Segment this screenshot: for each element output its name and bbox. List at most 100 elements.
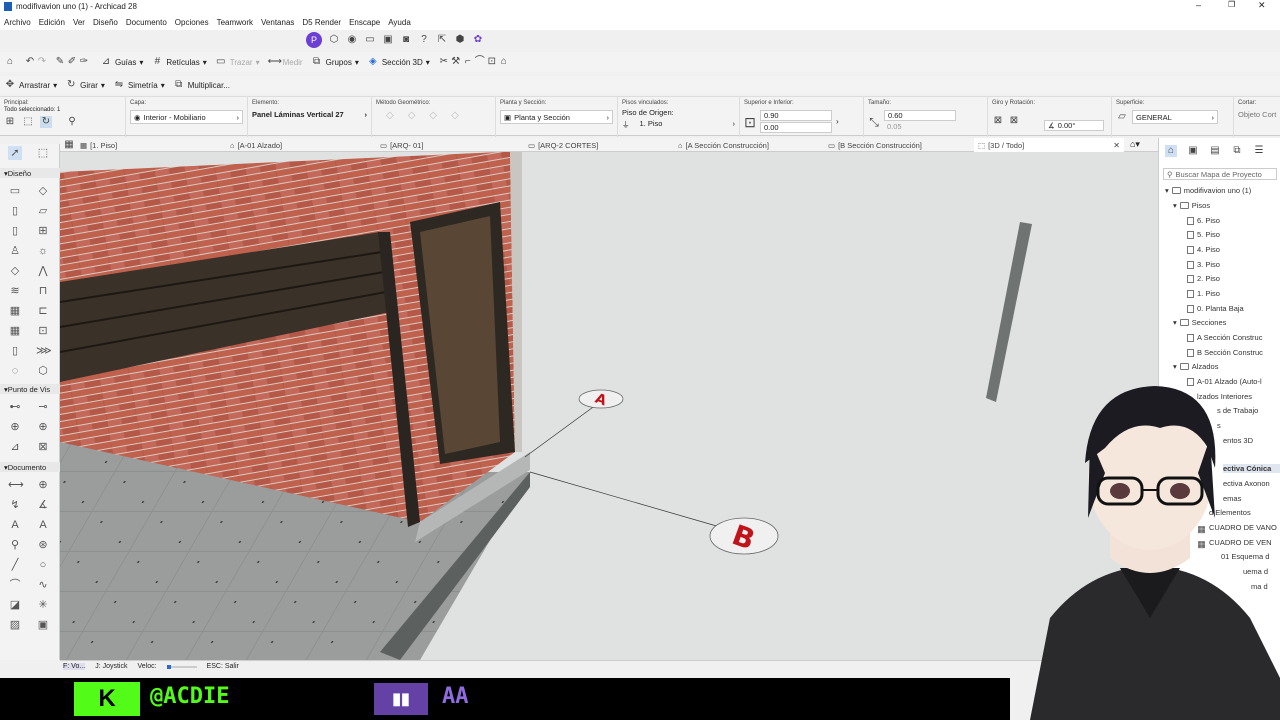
worksheet-tool-icon[interactable]: ⊕ <box>36 420 50 434</box>
nav-pisos[interactable]: ▾ Pisos <box>1173 201 1210 210</box>
tab-a01-alzado[interactable]: ⌂ [A-01 Alzado] <box>230 138 282 152</box>
3d-viewport[interactable]: A B <box>60 152 1158 660</box>
floorplan-select[interactable]: ▣ Planta y Sección › <box>500 110 613 124</box>
opening-tool-icon[interactable]: ⋙ <box>36 344 52 358</box>
zone-tool-icon[interactable]: ⊡ <box>36 324 50 338</box>
settings-icon[interactable]: ✿ <box>472 34 484 46</box>
nav-alzados[interactable]: ▾ Alzados <box>1173 362 1218 371</box>
video-icon[interactable]: ▭ <box>364 34 376 46</box>
geo-method-4-icon[interactable]: ◇ <box>451 110 459 121</box>
cube-icon[interactable]: ⬡ <box>328 34 340 46</box>
minimize-icon[interactable]: – <box>1196 0 1201 10</box>
size-y-input[interactable]: 0.05 <box>884 122 956 133</box>
multiplicar-button[interactable]: ⧉ Multiplicar... <box>173 79 230 91</box>
dimension-tool-icon[interactable]: ⟷ <box>8 478 24 492</box>
interior-elev-tool-icon[interactable]: ⊿ <box>8 440 22 454</box>
section-documento[interactable]: ▾ Documento <box>0 462 60 472</box>
curtain-tool-icon[interactable]: ◌ <box>8 364 22 378</box>
door-tool-icon[interactable]: ▯ <box>8 224 22 238</box>
pick-icon[interactable]: ✑ <box>78 56 90 68</box>
menu-archivo[interactable]: Archivo <box>4 18 31 27</box>
surface-select[interactable]: GENERAL › <box>1132 110 1218 124</box>
home-story-select[interactable]: ⏚ 1. Piso › <box>622 119 735 130</box>
section-diseno[interactable]: ▾ Diseño <box>0 168 60 178</box>
camera-icon[interactable]: ◙ <box>400 34 412 46</box>
arrow-tool-icon[interactable]: ➚ <box>8 146 22 160</box>
elevation-tool-icon[interactable]: ⊸ <box>36 400 50 414</box>
medir-button[interactable]: ⟷ Medir <box>268 56 303 68</box>
speed-slider[interactable] <box>166 664 197 669</box>
arc-tool-icon[interactable]: ⌒ <box>8 578 22 592</box>
misc-tool-icon[interactable]: ⬡ <box>36 364 50 378</box>
box-3d-icon[interactable]: ⬢ <box>454 34 466 46</box>
mesh-tool-icon[interactable]: ▦ <box>8 304 22 318</box>
project-map-search[interactable]: ⚲ Buscar Mapa de Proyecto <box>1163 168 1277 180</box>
plugin-icon[interactable]: P <box>306 32 322 48</box>
grupos-button[interactable]: ⧉ Grupos ▾ <box>311 56 359 68</box>
render-icon[interactable]: ◉ <box>346 34 358 46</box>
home-icon[interactable]: ⌂ <box>4 56 16 68</box>
menu-ver[interactable]: Ver <box>73 18 85 27</box>
nav-planta-baja[interactable]: 0. Planta Baja <box>1187 304 1244 313</box>
tab-a-seccion[interactable]: ⌂ [A Sección Construcción] <box>678 138 769 152</box>
lamp-tool-icon[interactable]: ☼ <box>36 244 50 258</box>
nav-piso-4[interactable]: 4. Piso <box>1187 245 1220 254</box>
curtain-wall-tool-icon[interactable]: ◇ <box>36 184 50 198</box>
railing-tool-icon[interactable]: ⊓ <box>36 284 50 298</box>
level-dim-tool-icon[interactable]: ⊕ <box>36 478 50 492</box>
nav-piso-2[interactable]: 2. Piso <box>1187 274 1220 283</box>
object-tool-icon[interactable]: ♙ <box>8 244 22 258</box>
nav-secciones[interactable]: ▾ Secciones <box>1173 318 1226 327</box>
text-tool-icon[interactable]: A <box>8 518 22 532</box>
window-tool-icon[interactable]: ⊞ <box>36 224 50 238</box>
bottom-offset-input[interactable]: 0.00 <box>760 122 832 133</box>
menu-d5render[interactable]: D5 Render <box>302 18 341 27</box>
section-tool-icon[interactable]: ⊷ <box>8 400 22 414</box>
size-x-input[interactable]: 0.60 <box>884 110 956 121</box>
menu-diseno[interactable]: Diseño <box>93 18 118 27</box>
redo-icon[interactable]: ↷ <box>36 56 48 68</box>
menu-enscape[interactable]: Enscape <box>349 18 380 27</box>
nav-piso-5[interactable]: 5. Piso <box>1187 230 1220 239</box>
drawing-tool-icon[interactable]: ▨ <box>8 618 22 632</box>
view-map-icon[interactable]: ▣ <box>1187 145 1199 157</box>
hotspot-tool-icon[interactable]: ✳ <box>36 598 50 612</box>
adjust-icon[interactable]: ⚒ <box>450 56 462 68</box>
rotation-angle-input[interactable]: ∡ 0.00° <box>1044 120 1104 131</box>
nav-seccion-b[interactable]: B Sección Construc <box>1187 348 1263 357</box>
trim-icon[interactable]: ✂ <box>438 56 450 68</box>
simetria-button[interactable]: ⇋ Simetría ▾ <box>113 79 165 91</box>
mirror-toggle-icon[interactable]: ⊠ <box>992 115 1004 127</box>
menu-teamwork[interactable]: Teamwork <box>217 18 253 27</box>
label-tool-icon[interactable]: A <box>36 518 50 532</box>
skylight-tool-icon[interactable]: ▯ <box>8 344 22 358</box>
tab-arq2-cortes[interactable]: ▭ [ARQ-2 CORTES] <box>528 138 598 152</box>
girar-button[interactable]: ↻ Girar ▾ <box>65 79 105 91</box>
layer-select[interactable]: ◉ Interior - Mobiliario › <box>130 110 243 124</box>
pen-icon[interactable]: ✐ <box>66 56 78 68</box>
geo-method-3-icon[interactable]: ◇ <box>429 110 437 121</box>
grid-tool-icon[interactable]: ⊛ <box>36 538 50 552</box>
publisher-icon[interactable]: ⧉ <box>1231 145 1243 157</box>
navigator-menu-icon[interactable]: ☰ <box>1253 145 1265 157</box>
project-map-icon[interactable]: ⌂ <box>1165 145 1177 157</box>
trazar-button[interactable]: ▭ Trazar ▾ <box>215 56 260 68</box>
offset-icon[interactable]: ⊡ <box>486 56 498 68</box>
help-icon[interactable]: ? <box>418 34 430 46</box>
camera-tool-icon[interactable]: ⊠ <box>36 440 50 454</box>
stair-tool-icon[interactable]: ≋ <box>8 284 22 298</box>
tab-3d-todo[interactable]: ⬚ [3D / Todo] ✕ <box>974 138 1124 152</box>
marker-tool-icon[interactable]: ⚲ <box>8 538 22 552</box>
nav-seccion-a[interactable]: A Sección Construc <box>1187 333 1262 342</box>
reticulas-button[interactable]: # Retículas ▾ <box>151 56 207 68</box>
arrastrar-button[interactable]: ✥ Arrastrar ▾ <box>4 79 57 91</box>
fill-tool-icon[interactable]: ◪ <box>8 598 22 612</box>
tab-b-seccion[interactable]: ▭ [B Sección Construcción] <box>828 138 922 152</box>
layout-book-icon[interactable]: ▤ <box>1209 145 1221 157</box>
column-tool-icon[interactable]: ▯ <box>8 204 22 218</box>
geo-method-2-icon[interactable]: ◇ <box>408 110 416 121</box>
detail-tool-icon[interactable]: ⊕ <box>8 420 22 434</box>
tab-options-icon[interactable]: ⌂▾ <box>1130 139 1140 150</box>
tab-arq01[interactable]: ▭ [ARQ- 01] <box>380 138 423 152</box>
nav-piso-6[interactable]: 6. Piso <box>1187 216 1220 225</box>
